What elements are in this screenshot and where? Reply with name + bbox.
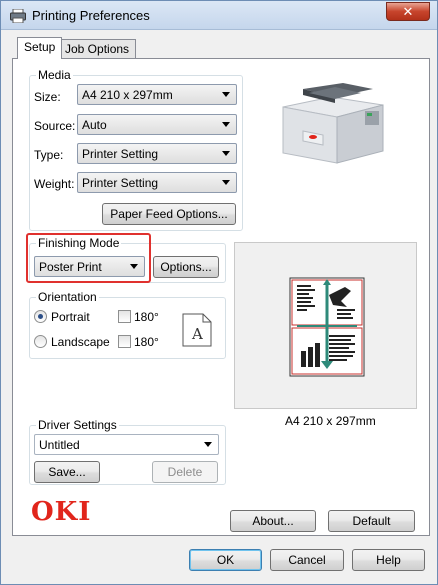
tab-setup[interactable]: Setup <box>17 37 63 59</box>
help-button[interactable]: Help <box>352 549 425 571</box>
preview-caption: A4 210 x 297mm <box>285 414 376 428</box>
chevron-down-icon <box>222 151 230 156</box>
tab-setup-label: Setup <box>24 40 56 54</box>
tab-job-options-label: Job Options <box>65 42 130 56</box>
close-icon: ✕ <box>402 4 414 19</box>
radio-selected-dot <box>38 314 43 319</box>
type-select[interactable]: Printer Setting <box>77 143 237 164</box>
landscape-rotate-180-checkbox[interactable] <box>118 335 131 348</box>
chevron-down-icon <box>204 442 212 447</box>
close-button[interactable]: ✕ <box>386 2 430 21</box>
chevron-down-icon <box>222 122 230 127</box>
landscape-label: Landscape <box>51 335 110 349</box>
chevron-down-icon <box>130 264 138 269</box>
default-button[interactable]: Default <box>328 510 415 532</box>
printer-app-icon <box>10 9 26 23</box>
weight-select[interactable]: Printer Setting <box>77 172 237 193</box>
portrait-label: Portrait <box>51 310 90 324</box>
tab-job-options[interactable]: Job Options <box>58 39 137 59</box>
landscape-rotate-180-label: 180° <box>134 335 159 349</box>
printing-preferences-window: Printing Preferences ✕ Setup Job Options… <box>0 0 438 585</box>
rotate-180-checkbox[interactable] <box>118 310 131 323</box>
size-value: A4 210 x 297mm <box>82 88 173 102</box>
size-select[interactable]: A4 210 x 297mm <box>77 84 237 105</box>
preview-box <box>234 242 417 409</box>
weight-value: Printer Setting <box>82 176 159 190</box>
about-button[interactable]: About... <box>230 510 316 532</box>
landscape-radio[interactable] <box>34 335 47 348</box>
page-letter: A <box>191 325 203 343</box>
paper-feed-options-button[interactable]: Paper Feed Options... <box>102 203 236 225</box>
finishing-mode-select[interactable]: Poster Print <box>34 256 145 277</box>
printer-image <box>282 83 384 164</box>
save-settings-button[interactable]: Save... <box>34 461 100 483</box>
source-value: Auto <box>82 118 107 132</box>
chevron-down-icon <box>222 180 230 185</box>
window-title: Printing Preferences <box>32 8 150 23</box>
driver-settings-value: Untitled <box>39 438 80 452</box>
poster-preview <box>289 277 365 377</box>
finishing-options-button[interactable]: Options... <box>153 256 219 278</box>
oki-logo: OKI <box>31 497 92 527</box>
rotate-180-label: 180° <box>134 310 159 324</box>
source-label: Source: <box>34 119 76 133</box>
ok-button[interactable]: OK <box>189 549 262 571</box>
weight-label: Weight: <box>34 177 75 191</box>
type-label: Type: <box>34 148 64 162</box>
driver-settings-select[interactable]: Untitled <box>34 434 219 455</box>
finishing-mode-value: Poster Print <box>39 260 102 274</box>
media-group-label: Media <box>36 68 73 82</box>
size-label: Size: <box>34 90 61 104</box>
driver-settings-label: Driver Settings <box>36 418 119 432</box>
source-select[interactable]: Auto <box>77 114 237 135</box>
title-bar: Printing Preferences ✕ <box>1 1 437 30</box>
orientation-label: Orientation <box>36 290 99 304</box>
page-portrait-icon: A <box>182 313 212 347</box>
cancel-button[interactable]: Cancel <box>270 549 344 571</box>
chevron-down-icon <box>222 92 230 97</box>
portrait-radio[interactable] <box>34 310 47 323</box>
delete-settings-button[interactable]: Delete <box>152 461 218 483</box>
type-value: Printer Setting <box>82 147 159 161</box>
